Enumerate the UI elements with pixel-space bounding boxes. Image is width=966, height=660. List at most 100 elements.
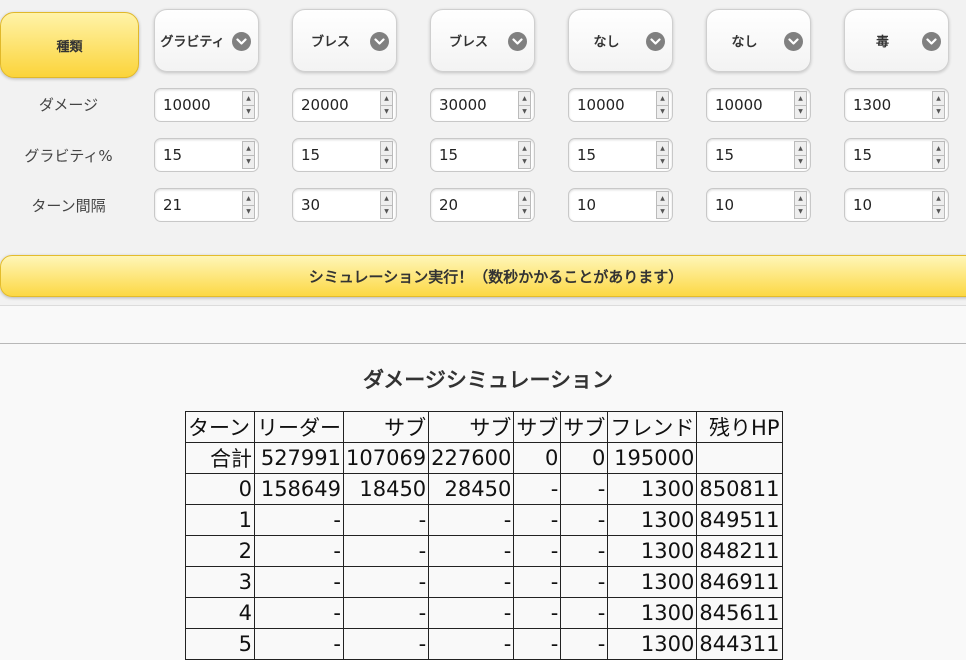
- spin-up-icon[interactable]: ▲: [381, 92, 392, 106]
- spin-down-icon[interactable]: ▼: [657, 205, 668, 218]
- spin-up-icon[interactable]: ▲: [933, 192, 944, 206]
- column-header: サブ: [560, 411, 609, 443]
- turn-interval-input-4[interactable]: 10 ▲ ▼: [568, 188, 673, 222]
- spin-up-icon[interactable]: ▲: [243, 142, 254, 156]
- spinner[interactable]: ▲ ▼: [794, 141, 807, 169]
- table-cell: 5: [185, 628, 255, 660]
- spin-down-icon[interactable]: ▼: [243, 205, 254, 218]
- spinner[interactable]: ▲ ▼: [932, 91, 945, 119]
- spin-down-icon[interactable]: ▼: [795, 155, 806, 168]
- spin-up-icon[interactable]: ▲: [519, 142, 530, 156]
- spin-up-icon[interactable]: ▲: [381, 142, 392, 156]
- spinner[interactable]: ▲ ▼: [932, 191, 945, 219]
- spin-down-icon[interactable]: ▼: [933, 155, 944, 168]
- type-header-label: 種類: [0, 12, 139, 78]
- table-cell: 28450: [428, 473, 515, 505]
- spin-up-icon[interactable]: ▲: [381, 192, 392, 206]
- spin-up-icon[interactable]: ▲: [795, 192, 806, 206]
- table-row: 2- - - - -1300 848211: [185, 535, 783, 567]
- table-row: 合計 527991 107069 227600 0 0 195000: [185, 442, 783, 474]
- spin-up-icon[interactable]: ▲: [519, 92, 530, 106]
- gravity-percent-input-4[interactable]: 15 ▲ ▼: [568, 138, 673, 172]
- table-cell: -: [560, 504, 609, 536]
- turn-interval-input-6[interactable]: 10 ▲ ▼: [844, 188, 949, 222]
- spin-up-icon[interactable]: ▲: [519, 192, 530, 206]
- spinner[interactable]: ▲ ▼: [242, 191, 255, 219]
- table-cell: -: [428, 597, 515, 629]
- spinner[interactable]: ▲ ▼: [380, 191, 393, 219]
- spin-down-icon[interactable]: ▼: [381, 155, 392, 168]
- spinner[interactable]: ▲ ▼: [242, 141, 255, 169]
- table-cell: -: [428, 628, 515, 660]
- spinner[interactable]: ▲ ▼: [656, 91, 669, 119]
- damage-input-5[interactable]: 10000 ▲ ▼: [706, 88, 811, 122]
- turn-interval-input-2[interactable]: 30 ▲ ▼: [292, 188, 397, 222]
- spinner[interactable]: ▲ ▼: [518, 141, 531, 169]
- settings-panel: 種類 ダメージ グラビティ% ターン間隔 グラビティ 10000 ▲ ▼ 15 ▲ ▼ 21 ▲…: [0, 0, 966, 306]
- spinner[interactable]: ▲ ▼: [518, 191, 531, 219]
- table-cell: 1300: [607, 473, 698, 505]
- spinner[interactable]: ▲ ▼: [518, 91, 531, 119]
- spin-down-icon[interactable]: ▼: [657, 105, 668, 118]
- spinner[interactable]: ▲ ▼: [932, 141, 945, 169]
- spin-up-icon[interactable]: ▲: [795, 142, 806, 156]
- spin-down-icon[interactable]: ▼: [519, 205, 530, 218]
- spin-up-icon[interactable]: ▲: [933, 142, 944, 156]
- spin-down-icon[interactable]: ▼: [243, 105, 254, 118]
- damage-input-2[interactable]: 20000 ▲ ▼: [292, 88, 397, 122]
- column-header: サブ: [428, 411, 515, 443]
- spinner[interactable]: ▲ ▼: [380, 91, 393, 119]
- spinner[interactable]: ▲ ▼: [656, 191, 669, 219]
- table-cell: -: [560, 473, 609, 505]
- column-header: 残りHP: [696, 411, 783, 443]
- gravity-percent-input-2[interactable]: 15 ▲ ▼: [292, 138, 397, 172]
- type-select-4[interactable]: なし: [568, 9, 673, 72]
- spin-down-icon[interactable]: ▼: [933, 105, 944, 118]
- spin-down-icon[interactable]: ▼: [657, 155, 668, 168]
- gravity-percent-input-1[interactable]: 15 ▲ ▼: [154, 138, 259, 172]
- gravity-percent-input-5[interactable]: 15 ▲ ▼: [706, 138, 811, 172]
- spin-up-icon[interactable]: ▲: [795, 92, 806, 106]
- spin-down-icon[interactable]: ▼: [519, 105, 530, 118]
- type-select-6[interactable]: 毒: [844, 9, 949, 72]
- type-select-2[interactable]: ブレス: [292, 9, 397, 72]
- turn-interval-input-3[interactable]: 20 ▲ ▼: [430, 188, 535, 222]
- type-select-5[interactable]: なし: [706, 9, 811, 72]
- spin-up-icon[interactable]: ▲: [657, 142, 668, 156]
- turn-interval-input-1[interactable]: 21 ▲ ▼: [154, 188, 259, 222]
- spin-up-icon[interactable]: ▲: [657, 192, 668, 206]
- spinner[interactable]: ▲ ▼: [794, 91, 807, 119]
- type-select-1[interactable]: グラビティ: [154, 9, 259, 72]
- spin-down-icon[interactable]: ▼: [519, 155, 530, 168]
- spinner[interactable]: ▲ ▼: [380, 141, 393, 169]
- damage-input-4[interactable]: 10000 ▲ ▼: [568, 88, 673, 122]
- table-cell: -: [513, 566, 562, 598]
- table-cell: -: [513, 628, 562, 660]
- type-select-value: なし: [593, 35, 620, 50]
- gravity-percent-input-3[interactable]: 15 ▲ ▼: [430, 138, 535, 172]
- spin-up-icon[interactable]: ▲: [243, 192, 254, 206]
- table-cell: 1: [185, 504, 255, 536]
- table-cell: -: [342, 535, 430, 567]
- spin-down-icon[interactable]: ▼: [933, 205, 944, 218]
- spin-down-icon[interactable]: ▼: [795, 205, 806, 218]
- type-select-3[interactable]: ブレス: [430, 9, 535, 72]
- gravity-percent-input-6[interactable]: 15 ▲ ▼: [844, 138, 949, 172]
- damage-input-6[interactable]: 1300 ▲ ▼: [844, 88, 949, 122]
- table-cell: -: [560, 597, 609, 629]
- spin-down-icon[interactable]: ▼: [381, 105, 392, 118]
- damage-input-3[interactable]: 30000 ▲ ▼: [430, 88, 535, 122]
- spin-up-icon[interactable]: ▲: [933, 92, 944, 106]
- spin-up-icon[interactable]: ▲: [243, 92, 254, 106]
- run-simulation-button[interactable]: シミュレーション実行！（数秒かかることがあります）: [0, 255, 966, 297]
- spin-down-icon[interactable]: ▼: [243, 155, 254, 168]
- spin-down-icon[interactable]: ▼: [795, 105, 806, 118]
- spinner[interactable]: ▲ ▼: [242, 91, 255, 119]
- table-cell: 1300: [607, 504, 698, 536]
- spinner[interactable]: ▲ ▼: [656, 141, 669, 169]
- spin-down-icon[interactable]: ▼: [381, 205, 392, 218]
- turn-interval-input-5[interactable]: 10 ▲ ▼: [706, 188, 811, 222]
- spinner[interactable]: ▲ ▼: [794, 191, 807, 219]
- spin-up-icon[interactable]: ▲: [657, 92, 668, 106]
- damage-input-1[interactable]: 10000 ▲ ▼: [154, 88, 259, 122]
